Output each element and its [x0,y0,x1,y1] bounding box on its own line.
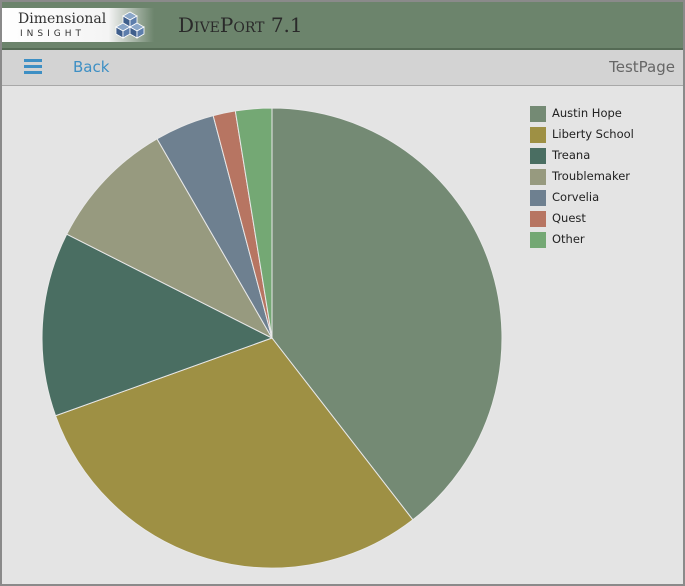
company-logo: Dimensional INSIGHT [2,8,154,42]
legend-swatch [530,106,546,122]
app-header: Dimensional INSIGHT DivePort 7.1 [2,2,683,50]
hamburger-menu-icon[interactable] [24,59,42,75]
legend-label: Troublemaker [552,169,631,183]
legend-swatch [530,232,546,248]
logo-text: Dimensional [18,11,107,27]
cubes-logo-icon [115,11,145,39]
back-button[interactable]: Back [73,58,109,76]
legend-label: Quest [552,211,586,225]
page-title: TestPage [609,58,675,76]
app-frame: Dimensional INSIGHT DivePort 7.1 Back Te… [0,0,685,586]
app-title: DivePort 7.1 [178,13,303,37]
legend-swatch [530,148,546,164]
legend-label: Other [552,232,585,246]
legend-swatch [530,211,546,227]
legend-label: Liberty School [552,127,634,141]
legend-label: Treana [552,148,591,162]
legend-swatch [530,190,546,206]
legend-label: Austin Hope [552,106,622,120]
legend-swatch [530,127,546,143]
logo-subtext: INSIGHT [20,29,85,39]
legend-label: Corvelia [552,190,600,204]
pie-chart [41,107,503,569]
nav-bar: Back TestPage [2,50,683,86]
legend-swatch [530,169,546,185]
